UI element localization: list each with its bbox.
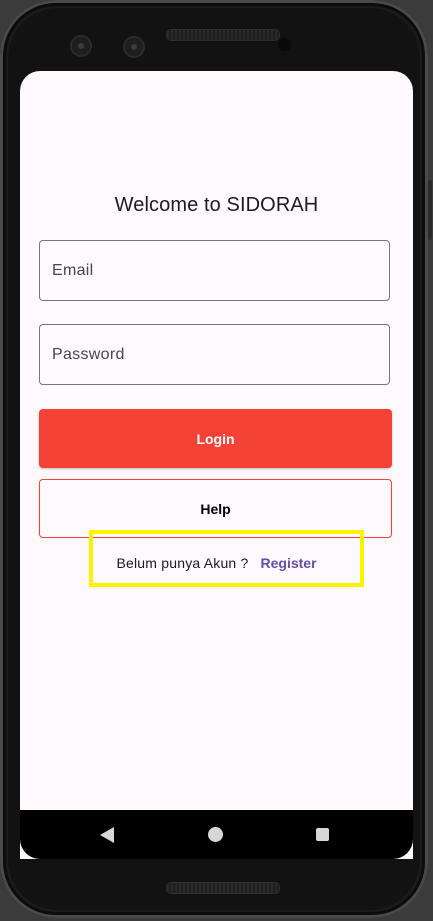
email-field[interactable] bbox=[39, 240, 390, 301]
power-button[interactable] bbox=[428, 180, 432, 240]
email-input[interactable] bbox=[40, 241, 389, 300]
register-question: Belum punya Akun ? bbox=[116, 555, 249, 571]
proximity-sensor-icon bbox=[278, 38, 291, 51]
password-input[interactable] bbox=[40, 325, 389, 384]
status-bar bbox=[20, 71, 413, 95]
home-icon[interactable] bbox=[208, 827, 223, 842]
register-link[interactable]: Register bbox=[261, 555, 317, 571]
help-button[interactable]: Help bbox=[39, 479, 392, 538]
recents-icon[interactable] bbox=[316, 828, 329, 841]
emulator-background: Welcome to SIDORAH Login Help Belum puny… bbox=[0, 0, 433, 921]
page-title: Welcome to SIDORAH bbox=[114, 194, 319, 216]
password-field[interactable] bbox=[39, 324, 390, 385]
app-screen: Welcome to SIDORAH Login Help Belum puny… bbox=[20, 71, 413, 859]
bottom-speaker bbox=[166, 882, 280, 894]
front-sensor-icon bbox=[123, 36, 145, 58]
front-camera-icon bbox=[70, 35, 92, 57]
login-button[interactable]: Login bbox=[39, 409, 392, 468]
back-icon[interactable] bbox=[100, 827, 114, 843]
top-speaker bbox=[166, 29, 280, 41]
register-row: Belum punya Akun ? Register bbox=[20, 549, 413, 577]
system-nav-bar bbox=[20, 810, 413, 859]
